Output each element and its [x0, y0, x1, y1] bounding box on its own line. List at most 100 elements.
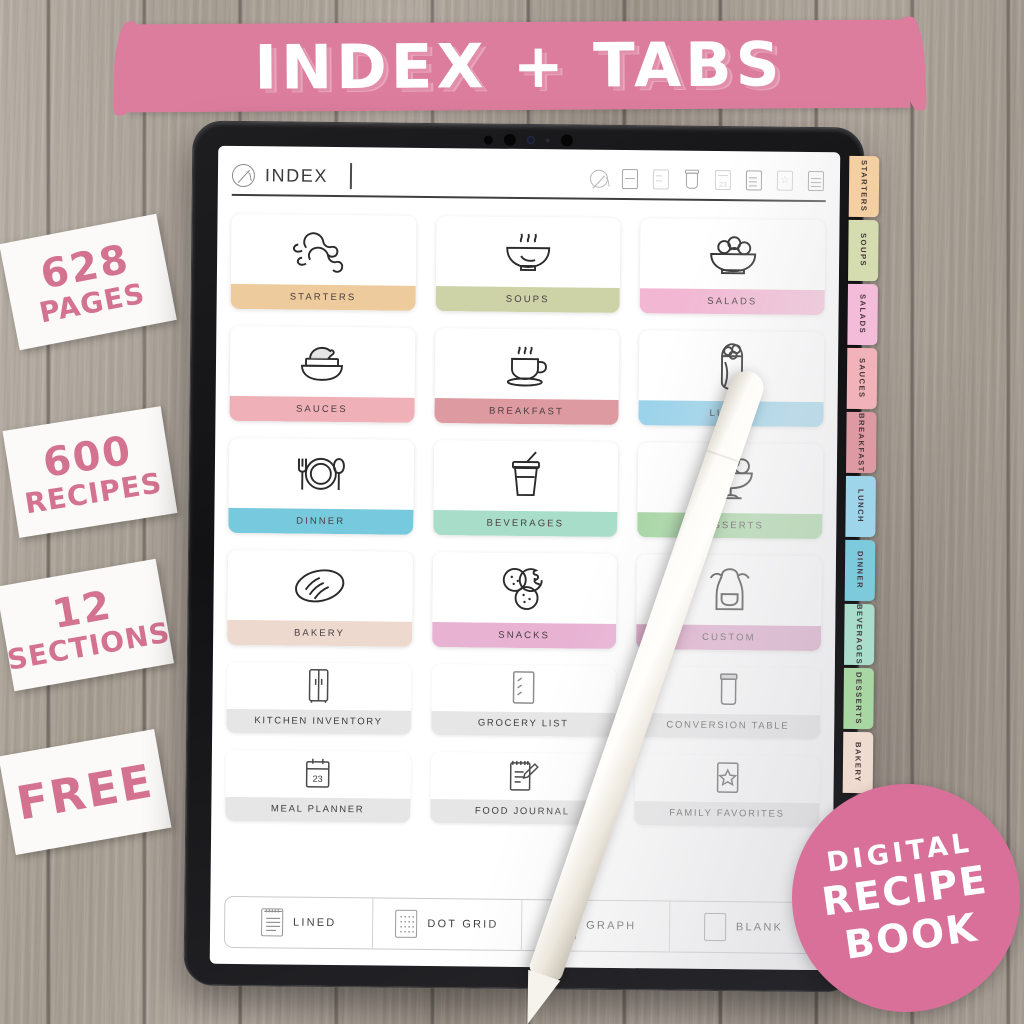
card-label: FAMILY FAVORITES [634, 800, 820, 827]
card-label: BREAKFAST [434, 397, 619, 425]
paper-option-label: GRAPH [586, 919, 637, 933]
side-tab-label: LUNCH [855, 489, 866, 524]
side-tab-label: SALADS [857, 294, 868, 335]
card-sauces[interactable]: SAUCES [229, 325, 416, 423]
side-tab-label: BEVERAGES [854, 603, 865, 666]
coffee-cup-icon [434, 328, 619, 400]
blank-paper-icon [703, 912, 727, 942]
card-salads[interactable]: SALADS [639, 217, 826, 315]
card-label: BAKERY [227, 619, 412, 647]
side-tab-soups[interactable]: SOUPS [848, 219, 879, 282]
side-tab-sauces[interactable]: SAUCES [846, 347, 878, 410]
compass-icon[interactable] [589, 167, 609, 191]
side-tab-beverages[interactable]: BEVERAGES [844, 603, 875, 666]
card-soups[interactable]: SOUPS [435, 215, 621, 313]
paper-option-dot-grid[interactable]: DOT GRID [373, 898, 522, 950]
plate-cutlery-icon [228, 438, 413, 510]
drumsticks-icon [231, 214, 416, 286]
side-tab-label: STARTERS [859, 160, 869, 213]
salad-bowl-icon [640, 218, 825, 290]
side-tab-breakfast[interactable]: BREAKFAST [846, 411, 877, 474]
side-tab-label: SOUPS [858, 233, 869, 268]
paper-option-label: DOT GRID [427, 918, 499, 931]
svg-text:23: 23 [313, 774, 323, 784]
tablet-screen: INDEX 23 ☆ STARTERS SOUPS SALADS SAUCES … [209, 145, 841, 971]
side-tab-bakery[interactable]: BAKERY [842, 731, 874, 794]
list-icon [431, 664, 616, 713]
journal-icon [430, 752, 615, 801]
side-tab-label: DINNER [855, 551, 865, 590]
card-label: MEAL PLANNER [225, 796, 411, 823]
card-label: STARTERS [230, 283, 416, 311]
fridge-icon[interactable] [620, 167, 640, 191]
paper-style-bar: LINED DOT GRID GRAPH BLANK [223, 895, 819, 955]
card-meal-planner[interactable]: 23 MEAL PLANNER [225, 749, 411, 823]
paper-option-label: LINED [293, 916, 337, 930]
side-tab-lunch[interactable]: LUNCH [845, 475, 876, 538]
app-toolbar: INDEX 23 ☆ [231, 158, 826, 198]
index-grid: STARTERS SOUPS SALADS SAUCES BREAKFAST D… [225, 213, 826, 827]
card-grocery-list[interactable]: GROCERY LIST [430, 663, 617, 737]
notepad-icon[interactable] [806, 169, 826, 193]
card-label: SALADS [639, 287, 825, 315]
jar-icon[interactable] [682, 168, 702, 192]
cookies-icon [432, 552, 617, 624]
badge-recipes-label: RECIPES [22, 465, 165, 520]
star-page-icon [635, 754, 820, 803]
card-snacks[interactable]: SNACKS [431, 551, 618, 649]
calendar-icon: 23 [225, 749, 410, 798]
side-tab-label: BREAKFAST [856, 412, 867, 473]
card-label: DESSERTS [637, 511, 823, 539]
card-dinner[interactable]: DINNER [228, 437, 414, 535]
side-tab-label: DESSERTS [853, 671, 864, 726]
lined-paper-icon [260, 908, 284, 937]
camera-array [483, 133, 573, 147]
page-title: INDEX [264, 164, 329, 186]
card-label: KITCHEN INVENTORY [226, 708, 412, 735]
card-beverages[interactable]: BEVERAGES [432, 439, 619, 537]
sensor-dot [545, 138, 550, 143]
banner-title: INDEX + TABS [254, 28, 784, 104]
bread-loaf-icon [227, 549, 412, 621]
side-tab-dinner[interactable]: DINNER [844, 539, 876, 602]
card-breakfast[interactable]: BREAKFAST [434, 327, 620, 425]
side-tab-label: SAUCES [857, 358, 867, 399]
side-tab-salads[interactable]: SALADS [847, 283, 878, 346]
soup-bowl-icon [435, 216, 620, 288]
card-label: DINNER [228, 507, 414, 535]
sauce-bowl-icon [230, 326, 415, 398]
toolbar-icon-group: 23 ☆ [589, 167, 826, 193]
drink-cup-icon [433, 440, 618, 512]
card-label: GROCERY LIST [430, 710, 616, 737]
card-label: SAUCES [229, 395, 415, 423]
star-page-icon[interactable]: ☆ [775, 169, 795, 193]
tablet-device: INDEX 23 ☆ STARTERS SOUPS SALADS SAUCES … [183, 120, 865, 993]
badge-free-number: FREE [12, 753, 158, 831]
card-label: SOUPS [435, 285, 621, 313]
card-label: BEVERAGES [432, 509, 618, 537]
card-bakery[interactable]: BAKERY [227, 549, 413, 647]
card-label: CONVERSION TABLE [635, 712, 821, 739]
camera-lens-icon [526, 136, 535, 145]
dot-grid-paper-icon [395, 909, 418, 938]
side-tab-label: BAKERY [853, 742, 863, 783]
card-starters[interactable]: STARTERS [230, 213, 417, 311]
card-family-favorites[interactable]: FAMILY FAVORITES [634, 753, 820, 827]
side-tab-starters[interactable]: STARTERS [848, 155, 880, 218]
paper-option-label: BLANK [735, 921, 784, 934]
camera-dot [560, 134, 573, 147]
camera-dot [503, 133, 516, 146]
side-tab-desserts[interactable]: DESSERTS [843, 667, 874, 730]
calendar-icon[interactable]: 23 [713, 168, 733, 192]
paper-option-lined[interactable]: LINED [224, 896, 374, 949]
list-icon[interactable] [651, 167, 671, 191]
compass-icon[interactable] [231, 163, 256, 187]
calendar-day-number: 23 [718, 182, 727, 190]
fridge-icon [226, 661, 411, 710]
header-banner: INDEX + TABS [127, 19, 911, 113]
card-label: SNACKS [431, 621, 617, 649]
toolbar-divider [349, 163, 352, 190]
journal-icon[interactable] [744, 168, 764, 192]
card-kitchen-inventory[interactable]: KITCHEN INVENTORY [226, 661, 412, 735]
camera-dot [483, 135, 493, 145]
